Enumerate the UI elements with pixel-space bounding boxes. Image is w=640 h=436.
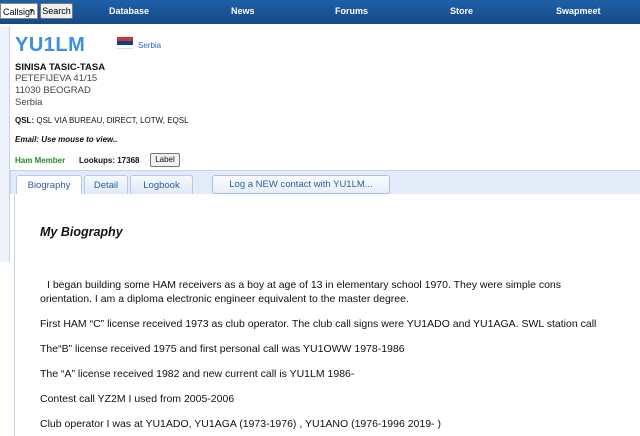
nav-forums[interactable]: Forums xyxy=(335,6,368,16)
bio-line: First HAM “C” license received 1973 as c… xyxy=(40,318,597,330)
chevron-down-icon: ▼ xyxy=(28,8,35,15)
left-sidebar-strip xyxy=(0,26,10,262)
nav-news[interactable]: News xyxy=(231,6,255,16)
top-navigation-bar: Callsign ▼ Search Database News Forums S… xyxy=(0,0,640,24)
biography-content: My Biography I began building some HAM r… xyxy=(14,194,640,436)
tab-detail[interactable]: Detail xyxy=(84,175,128,195)
address-line-1: PETEFIJEVA 41/15 xyxy=(15,73,98,84)
email-hint[interactable]: Email: Use mouse to view.. xyxy=(15,135,117,144)
nav-database[interactable]: Database xyxy=(109,6,149,16)
qsl-value: QSL VIA BUREAU, DIRECT, LOTW, EQSL xyxy=(36,116,189,125)
search-button[interactable]: Search xyxy=(40,3,73,19)
qsl-info: QSL: QSL VIA BUREAU, DIRECT, LOTW, EQSL xyxy=(15,116,189,125)
tab-logbook[interactable]: Logbook xyxy=(130,175,193,195)
serbia-flag-icon xyxy=(117,37,133,49)
bio-line: The “A” license received 1982 and new cu… xyxy=(40,368,355,380)
bio-line: orientation. I am a diploma electronic e… xyxy=(40,293,409,305)
bio-line: I began building some HAM receivers as a… xyxy=(47,279,562,291)
callsign-title: YU1LM xyxy=(15,34,86,56)
qsl-label: QSL: xyxy=(15,116,35,125)
tab-biography[interactable]: Biography xyxy=(16,175,82,196)
country-link[interactable]: Serbia xyxy=(138,41,161,50)
biography-heading: My Biography xyxy=(40,225,123,239)
search-type-select[interactable]: Callsign ▼ xyxy=(0,3,38,19)
bio-line: The“B” license received 1975 and first p… xyxy=(40,343,405,355)
member-status: Ham Member xyxy=(15,156,66,165)
lookups-count: Lookups: 17368 xyxy=(79,156,140,165)
bio-line: Club operator I was at YU1ADO, YU1AGA (1… xyxy=(40,418,441,430)
label-button[interactable]: Label xyxy=(150,153,180,167)
nav-swapmeet[interactable]: Swapmeet xyxy=(556,6,601,16)
log-new-contact-button[interactable]: Log a NEW contact with YU1LM... xyxy=(212,175,390,194)
nav-store[interactable]: Store xyxy=(450,6,473,16)
bio-line: Contest call YZ2M I used from 2005-2006 xyxy=(40,393,235,405)
tab-bar: Biography Detail Logbook Log a NEW conta… xyxy=(10,170,640,196)
address-line-2: 11030 BEOGRAD xyxy=(15,85,91,96)
operator-name: SINISA TASIC-TASA xyxy=(15,62,106,73)
address-line-3: Serbia xyxy=(15,97,43,108)
